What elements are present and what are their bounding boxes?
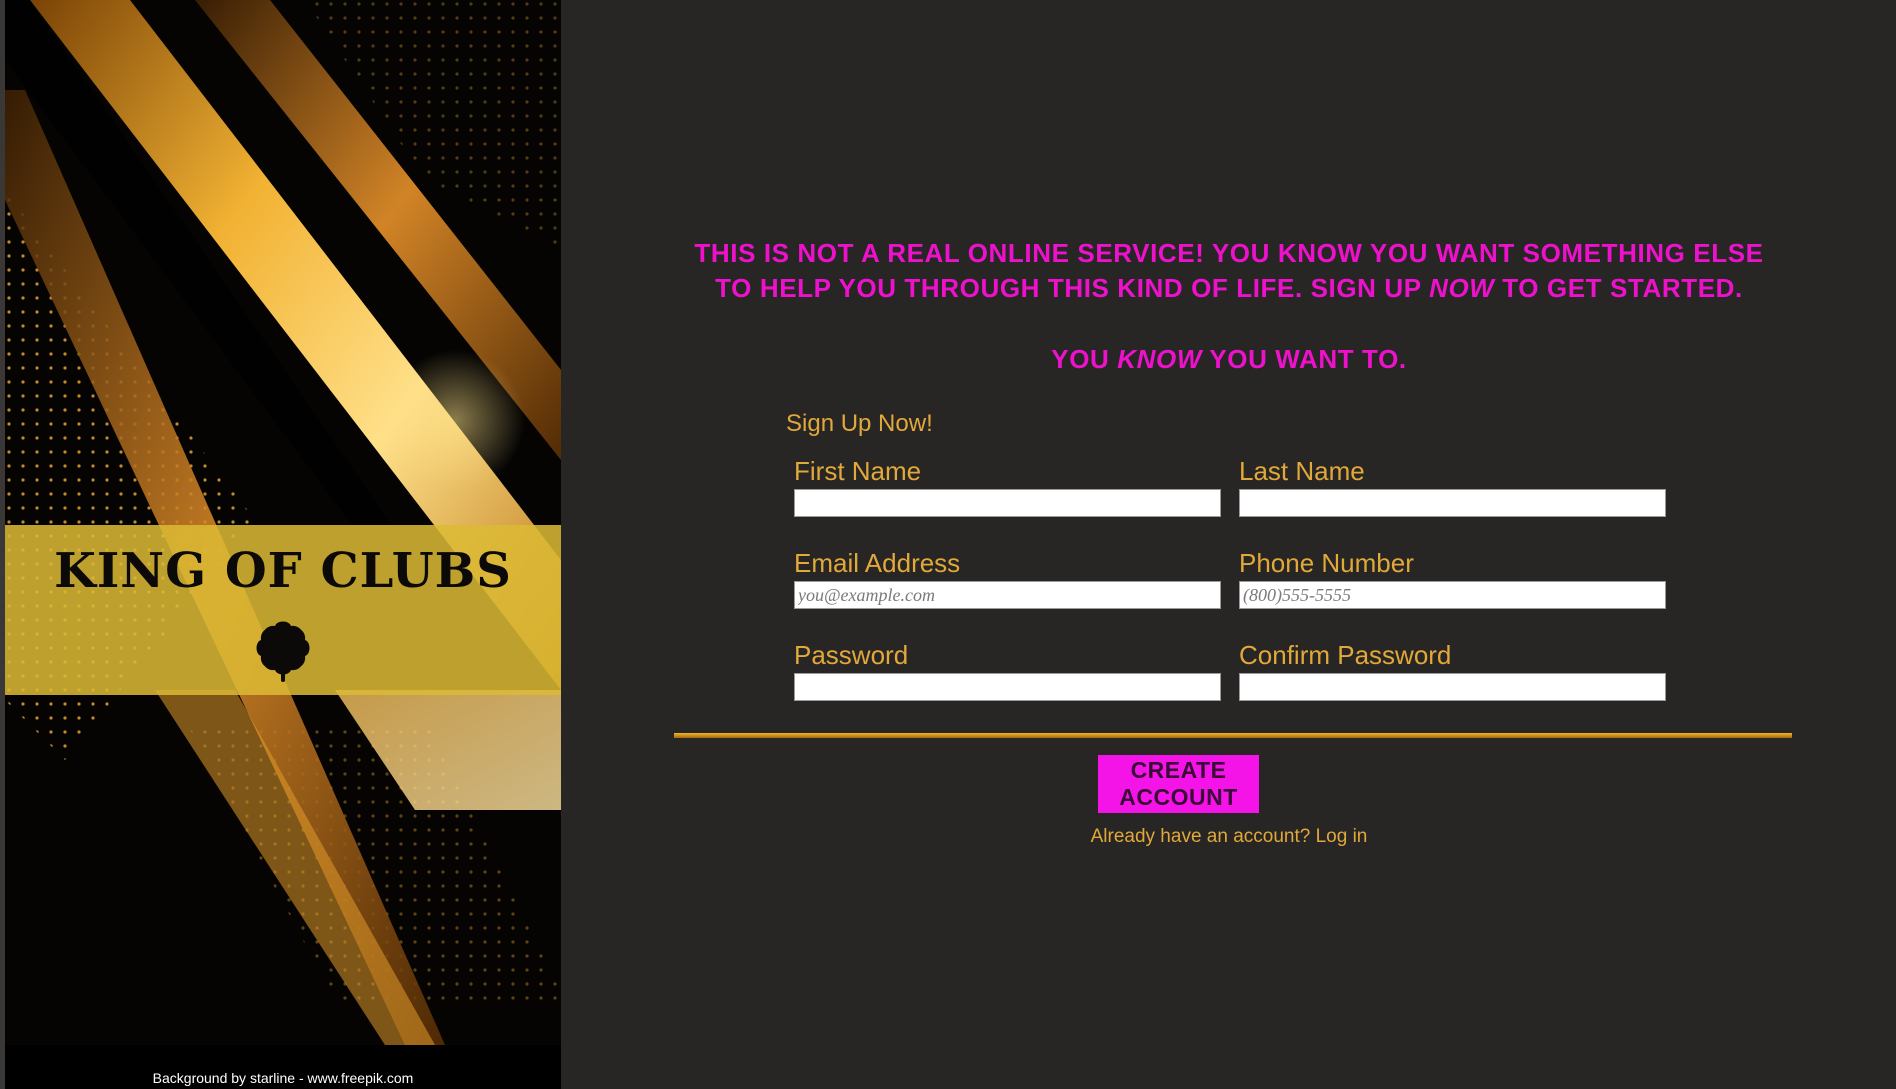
tagline-line-3: You know you want to. xyxy=(562,344,1896,375)
first-name-input[interactable] xyxy=(794,489,1221,517)
login-prompt: Already have an account? Log in xyxy=(562,826,1896,848)
login-prompt-text: Already have an account? xyxy=(1090,826,1311,847)
tagline: This is not a real online service! You k… xyxy=(562,236,1896,306)
form-divider xyxy=(674,733,1792,738)
tagline-line-2: to help you through this kind of life. S… xyxy=(562,271,1896,306)
first-name-label: First Name xyxy=(794,456,922,486)
tagline-line-2-start: to help you through this kind of life. S… xyxy=(715,273,1430,303)
background-credit: Background by starline - www.freepik.com xyxy=(152,1070,414,1086)
email-input[interactable] xyxy=(794,581,1221,609)
confirm-password-label: Confirm Password xyxy=(1239,640,1452,670)
brand-panel: KING OF CLUBS Background by starline - w… xyxy=(0,0,561,1089)
last-name-input[interactable] xyxy=(1239,489,1666,517)
gold-stripes-background xyxy=(5,0,561,1045)
confirm-password-input[interactable] xyxy=(1239,673,1666,701)
login-link[interactable]: Log in xyxy=(1316,826,1368,847)
brand-band: KING OF CLUBS xyxy=(5,525,561,695)
tagline-line-1: This is not a real online service! You k… xyxy=(694,238,1764,268)
tagline-line-2-end: to get started. xyxy=(1494,273,1743,303)
form-heading: Sign Up Now! xyxy=(786,410,933,437)
tagline-line-3-end: you want to. xyxy=(1201,344,1407,374)
create-account-button[interactable]: Create Account xyxy=(1098,755,1259,813)
tagline-emphasis-know: know xyxy=(1117,344,1202,374)
last-name-label: Last Name xyxy=(1239,456,1365,486)
clover-icon xyxy=(256,621,310,682)
password-label: Password xyxy=(794,640,909,670)
tagline-line-3-start: You xyxy=(1051,344,1118,374)
password-input[interactable] xyxy=(794,673,1221,701)
brand-name: KING OF CLUBS xyxy=(54,543,512,599)
email-label: Email Address xyxy=(794,548,961,578)
phone-input[interactable] xyxy=(1239,581,1666,609)
tagline-emphasis-now: now xyxy=(1429,273,1495,303)
phone-label: Phone Number xyxy=(1239,548,1414,578)
